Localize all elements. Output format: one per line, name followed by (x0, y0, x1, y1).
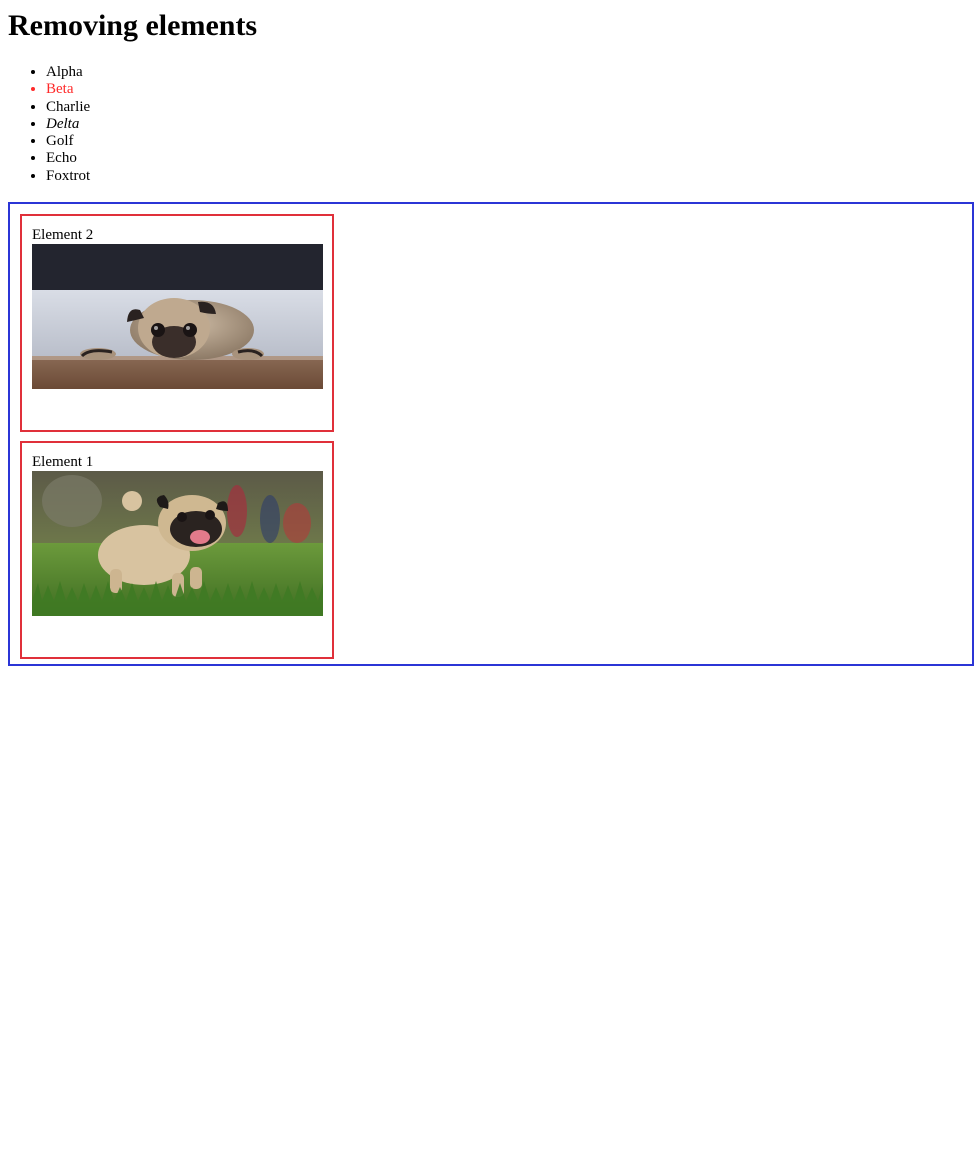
element-card: Element 1 (20, 441, 334, 659)
list-item: Beta (46, 81, 346, 98)
item-list: Alpha Beta Charlie Delta Golf Echo Foxtr… (0, 64, 346, 185)
elements-container: Element 2 Element 1 (8, 202, 974, 666)
element-label: Element 1 (32, 454, 94, 470)
element-card: Element 2 (20, 214, 334, 432)
pug-running-image (32, 471, 323, 616)
list-item: Charlie (46, 99, 346, 116)
page-title: Removing elements (8, 9, 258, 42)
list-item: Golf (46, 133, 346, 150)
list-item: Alpha (46, 64, 346, 81)
list-item: Foxtrot (46, 168, 346, 185)
list-item: Delta (46, 116, 346, 133)
list-item: Echo (46, 150, 346, 167)
element-label: Element 2 (32, 227, 94, 243)
pug-lying-image (32, 244, 323, 389)
